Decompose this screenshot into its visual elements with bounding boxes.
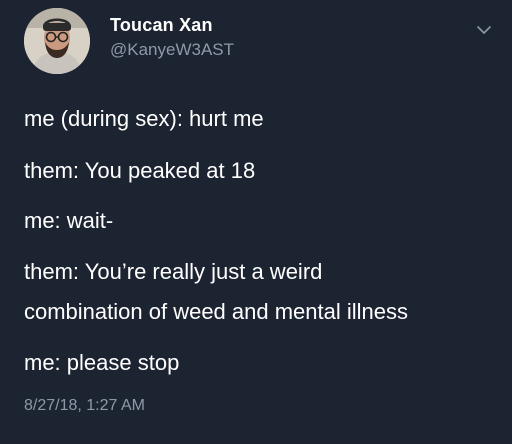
- chevron-down-icon[interactable]: [476, 22, 492, 38]
- tweet-line: them: You peaked at 18: [24, 158, 256, 183]
- tweet-line: them: You’re really just a weird: [24, 259, 323, 284]
- user-handle[interactable]: @KanyeW3AST: [110, 39, 234, 61]
- avatar[interactable]: [24, 8, 90, 74]
- tweet-header: Toucan Xan @KanyeW3AST: [24, 8, 492, 74]
- tweet-line: me: please stop: [24, 350, 180, 375]
- tweet-line: combination of weed and mental illness: [24, 299, 409, 324]
- avatar-image: [24, 8, 90, 74]
- author-names: Toucan Xan @KanyeW3AST: [110, 14, 234, 61]
- tweet-line: me (during sex): hurt me: [24, 106, 264, 131]
- display-name[interactable]: Toucan Xan: [110, 14, 234, 36]
- tweet-timestamp[interactable]: 8/27/18, 1:27 AM: [24, 396, 145, 416]
- tweet-card: Toucan Xan @KanyeW3AST me (during sex): …: [0, 0, 512, 444]
- tweet-line: me: wait-: [24, 208, 114, 233]
